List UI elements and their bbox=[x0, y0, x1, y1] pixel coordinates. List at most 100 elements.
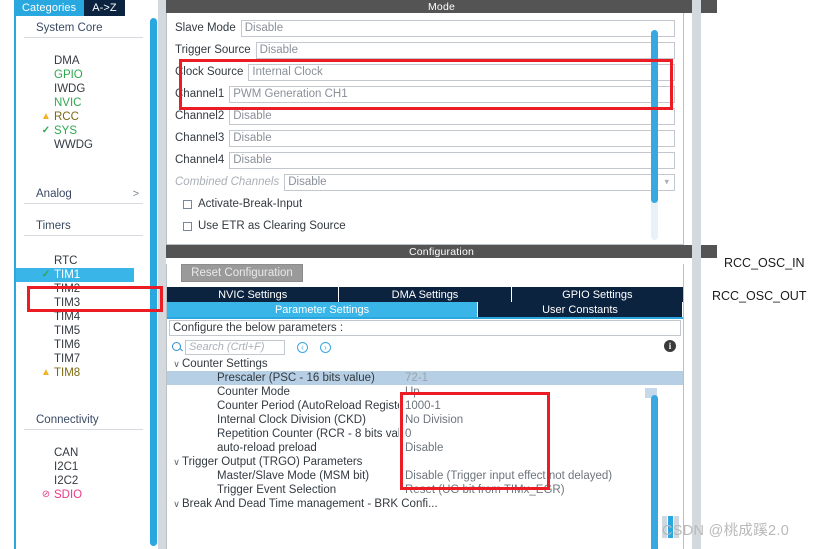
sidebar-scrollbar-track[interactable] bbox=[158, 0, 166, 549]
sidebar-item-i2c1[interactable]: I2C1 bbox=[16, 460, 151, 474]
sidebar-item-tim3[interactable]: TIM3 bbox=[16, 296, 151, 310]
sidebar-item-tim4[interactable]: TIM4 bbox=[16, 310, 151, 324]
table-row[interactable]: Counter Period (AutoReload Register - 1.… bbox=[167, 399, 683, 413]
sidebar-item-dma[interactable]: DMA bbox=[16, 54, 151, 68]
parameter-value[interactable]: Disable bbox=[399, 442, 443, 454]
mode-label: Clock Source bbox=[175, 66, 244, 78]
channel2-field[interactable]: Disable bbox=[229, 107, 675, 125]
sidebar-group-connectivity[interactable]: Connectivity bbox=[24, 414, 143, 430]
check-icon: ✓ bbox=[41, 125, 51, 136]
tab-parameter-settings[interactable]: Parameter Settings bbox=[167, 302, 479, 317]
parameter-value[interactable]: Up bbox=[399, 386, 420, 398]
status-badge bbox=[40, 68, 52, 82]
chevron-right-icon: > bbox=[132, 188, 139, 200]
sidebar-group-items-timers: RTC ✓ TIM1 TIM2 TIM3 TIM4 TIM5 TIM6 TIM7… bbox=[16, 236, 151, 380]
sidebar-group-system-core[interactable]: System Core bbox=[24, 22, 143, 38]
sidebar-item-iwdg[interactable]: IWDG bbox=[16, 82, 151, 96]
sidebar-item-label: TIM4 bbox=[54, 311, 81, 323]
sidebar-group-timers[interactable]: Timers bbox=[24, 220, 143, 236]
sidebar-item-gpio[interactable]: GPIO bbox=[16, 68, 151, 82]
sidebar-item-label: SYS bbox=[54, 125, 78, 137]
sidebar-item-wwdg[interactable]: WWDG bbox=[16, 138, 151, 152]
combined-channels-select[interactable]: Disable bbox=[284, 173, 675, 191]
mode-row-channel3: Channel3 Disable bbox=[175, 127, 675, 149]
sidebar-item-sdio[interactable]: ⊘ SDIO bbox=[16, 488, 151, 502]
parameter-value[interactable]: Disable (Trigger input effect not delaye… bbox=[399, 470, 612, 482]
search-prev-button[interactable]: ‹ bbox=[297, 341, 308, 353]
mode-row-clock-source: Clock Source Internal Clock bbox=[175, 61, 675, 83]
configuration-scrollbar-track[interactable] bbox=[651, 395, 658, 549]
table-row[interactable]: Trigger Event Selection Reset (UG bit fr… bbox=[167, 483, 683, 497]
sidebar-item-nvic[interactable]: NVIC bbox=[16, 96, 151, 110]
table-row[interactable]: Prescaler (PSC - 16 bits value) 72-1 bbox=[167, 371, 683, 385]
sidebar-item-tim5[interactable]: TIM5 bbox=[16, 324, 151, 338]
mode-panel-gutter bbox=[692, 0, 701, 245]
table-row[interactable]: auto-reload preload Disable bbox=[167, 441, 683, 455]
table-row[interactable]: Repetition Counter (RCR - 8 bits value) … bbox=[167, 427, 683, 441]
pin-label-rcc-osc-out: RCC_OSC_OUT bbox=[712, 289, 807, 303]
sidebar-item-label: TIM3 bbox=[54, 297, 81, 309]
sidebar-item-tim6[interactable]: TIM6 bbox=[16, 338, 151, 352]
group-label: Connectivity bbox=[36, 414, 99, 426]
sidebar-item-i2c2[interactable]: I2C2 bbox=[16, 474, 151, 488]
tree-group-break-dead-time[interactable]: ∨ Break And Dead Time management - BRK C… bbox=[167, 497, 683, 511]
sidebar-item-rcc[interactable]: ▲ RCC bbox=[16, 110, 151, 124]
tree-group-label: Counter Settings bbox=[182, 358, 268, 370]
sidebar-scrollbar-thumb[interactable] bbox=[150, 18, 157, 546]
use-etr-clearing-source-checkbox[interactable]: Use ETR as Clearing Source bbox=[183, 215, 683, 237]
tab-gpio-settings[interactable]: GPIO Settings bbox=[511, 287, 683, 302]
parameter-value[interactable]: 72-1 bbox=[399, 372, 428, 384]
channel4-field[interactable]: Disable bbox=[229, 151, 675, 169]
parameter-value[interactable]: No Division bbox=[399, 414, 463, 426]
mode-scrollbar-track[interactable] bbox=[651, 30, 658, 240]
sidebar-item-label: SDIO bbox=[54, 489, 83, 501]
tab-categories[interactable]: Categories bbox=[14, 0, 85, 16]
configuration-tab-row-1: NVIC Settings DMA Settings GPIO Settings bbox=[167, 287, 683, 302]
tree-group-trgo-parameters[interactable]: ∨ Trigger Output (TRGO) Parameters bbox=[167, 455, 683, 469]
table-row[interactable]: Master/Slave Mode (MSM bit) Disable (Tri… bbox=[167, 469, 683, 483]
mode-label: Channel3 bbox=[175, 132, 225, 144]
parameter-search-input[interactable]: Search (Crtl+F) bbox=[185, 339, 285, 355]
table-row[interactable]: Counter Mode Up bbox=[167, 385, 683, 399]
status-badge bbox=[40, 96, 52, 110]
tab-a-to-z[interactable]: A->Z bbox=[84, 0, 125, 16]
sidebar-group-analog[interactable]: Analog > bbox=[24, 188, 143, 204]
activate-break-input-checkbox[interactable]: Activate-Break-Input bbox=[183, 193, 683, 215]
sidebar-item-label: GPIO bbox=[54, 69, 83, 81]
sidebar-item-tim2[interactable]: TIM2 bbox=[16, 282, 151, 296]
channel3-field[interactable]: Disable bbox=[229, 129, 675, 147]
clock-source-field[interactable]: Internal Clock bbox=[248, 63, 675, 81]
slave-mode-field[interactable]: Disable bbox=[240, 19, 675, 37]
sidebar-item-tim8[interactable]: ▲ TIM8 bbox=[16, 366, 151, 380]
sidebar-item-can[interactable]: CAN bbox=[16, 446, 151, 460]
tab-dma-settings[interactable]: DMA Settings bbox=[339, 287, 512, 302]
mode-label: Channel4 bbox=[175, 154, 225, 166]
trigger-source-field[interactable]: Disable bbox=[255, 41, 675, 59]
sidebar-item-rtc[interactable]: RTC bbox=[16, 254, 151, 268]
configuration-scrollbar-thumb[interactable] bbox=[651, 395, 658, 549]
parameter-value[interactable]: 1000-1 bbox=[399, 400, 441, 412]
parameter-value[interactable]: Reset (UG bit from TIMx_EGR) bbox=[399, 484, 565, 496]
tab-nvic-settings[interactable]: NVIC Settings bbox=[167, 287, 340, 302]
sidebar-item-sys[interactable]: ✓ SYS bbox=[16, 124, 151, 138]
sidebar-item-tim7[interactable]: TIM7 bbox=[16, 352, 151, 366]
sidebar-tab-bar: Categories A->Z bbox=[14, 0, 125, 16]
tree-group-counter-settings[interactable]: ∨ Counter Settings bbox=[167, 357, 683, 371]
parameter-name: auto-reload preload bbox=[217, 442, 317, 454]
configuration-panel-body: Reset Configuration NVIC Settings DMA Se… bbox=[166, 264, 684, 549]
reset-configuration-button[interactable]: Reset Configuration bbox=[181, 264, 303, 282]
sidebar-tree: System Core DMA GPIO IWDG NVIC ▲ RCC ✓ S… bbox=[14, 16, 151, 549]
channel1-field[interactable]: PWM Generation CH1 bbox=[229, 85, 675, 103]
status-badge bbox=[40, 338, 52, 352]
status-badge bbox=[40, 352, 52, 366]
parameter-value[interactable]: 0 bbox=[399, 428, 411, 440]
mode-scrollbar-thumb[interactable] bbox=[651, 30, 658, 203]
info-icon[interactable]: i bbox=[664, 340, 676, 352]
sidebar-item-label: DMA bbox=[54, 55, 80, 67]
table-row[interactable]: Internal Clock Division (CKD) No Divisio… bbox=[167, 413, 683, 427]
tab-user-constants[interactable]: User Constants bbox=[478, 302, 683, 317]
status-badge bbox=[40, 54, 52, 68]
search-next-button[interactable]: › bbox=[320, 341, 331, 353]
checkbox-label: Use ETR as Clearing Source bbox=[198, 220, 346, 232]
sidebar-item-tim1[interactable]: ✓ TIM1 bbox=[16, 268, 134, 282]
